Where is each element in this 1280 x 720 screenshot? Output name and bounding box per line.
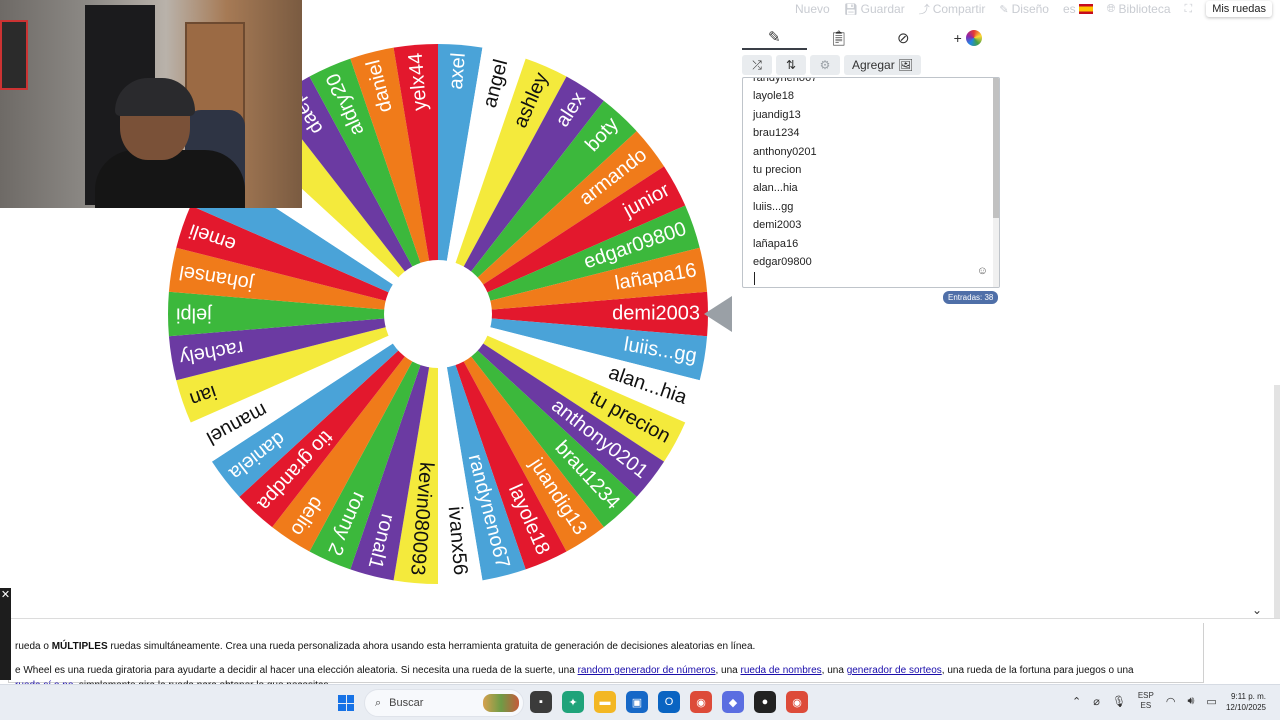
top-nav: Nuevo 💾︎ Guardar ⤴ Compartir ✎ Diseño es 🌐︎… bbox=[795, 0, 1280, 18]
wheel-segment-label: axel bbox=[445, 52, 470, 90]
nav-new[interactable]: Nuevo bbox=[795, 2, 830, 16]
entry-line: anthony0201 bbox=[753, 145, 817, 158]
entry-line: alan...hia bbox=[753, 182, 798, 195]
nav-save[interactable]: 💾︎ Guardar bbox=[844, 2, 905, 16]
gear-icon: ⚙ bbox=[819, 58, 831, 72]
tab-add-wheel[interactable]: + bbox=[936, 26, 1001, 50]
pencil-icon: ✎ bbox=[767, 29, 781, 46]
my-wheels-button[interactable]: Mis ruedas bbox=[1206, 1, 1272, 17]
description-box: rueda o MÚLTIPLES ruedas simultáneamente… bbox=[8, 623, 1204, 691]
image-icon: 🖼︎ bbox=[898, 58, 914, 72]
obs-icon[interactable]: ● bbox=[754, 691, 776, 713]
entries-list: randyneno67 layole18 juandig13 brau1234 anth… bbox=[753, 77, 818, 271]
copilot-icon[interactable]: ✦ bbox=[562, 691, 584, 713]
description-line-1: rueda o MÚLTIPLES ruedas simultáneamente… bbox=[15, 641, 756, 652]
entry-line: tu precion bbox=[753, 163, 802, 176]
link-random-number[interactable]: random generador de números bbox=[578, 665, 716, 676]
search-highlight-art bbox=[483, 694, 519, 712]
entry-line: edgar09800 bbox=[753, 255, 812, 268]
entry-line: brau1234 bbox=[753, 127, 800, 140]
ring-light bbox=[0, 20, 28, 90]
entries-toolbar: ⤮ ⇅ ⚙ Agregar 🖼︎ bbox=[742, 55, 1000, 75]
wheel-pointer bbox=[704, 296, 732, 332]
volume-icon[interactable]: 🔊︎ bbox=[1187, 695, 1194, 708]
nav-language[interactable]: es bbox=[1063, 2, 1093, 16]
description-line-2: e Wheel es una rueda giratoria para ayud… bbox=[15, 665, 1134, 676]
share-icon: ⤴ bbox=[918, 4, 930, 16]
chrome-active-icon[interactable]: ◉ bbox=[786, 691, 808, 713]
windows-taskbar: ⌕ Buscar ▪ ✦ ▬ ▣ O ◉ ◆ ● ◉ ⌃ ⌀ 🎙︎ ESP ES ◠… bbox=[0, 684, 1280, 720]
entry-line: randyneno67 bbox=[753, 77, 818, 84]
description-section: rueda o MÚLTIPLES ruedas simultáneamente… bbox=[0, 618, 1280, 691]
entries-scrollbar[interactable] bbox=[993, 78, 999, 287]
wifi-icon[interactable]: ◠ bbox=[1166, 695, 1176, 708]
network-off-icon[interactable]: ⌀ bbox=[1093, 695, 1100, 708]
nav-share[interactable]: ⤴ Compartir bbox=[919, 1, 986, 17]
microphone-icon[interactable]: 🎙︎ bbox=[1112, 695, 1126, 708]
wheel-center-hub[interactable] bbox=[384, 260, 492, 368]
link-raffle-generator[interactable]: generador de sorteos bbox=[847, 665, 942, 676]
wheel-segment-label: jelpi bbox=[176, 304, 213, 326]
color-wheel-icon bbox=[965, 30, 982, 46]
taskbar-apps: ▪ ✦ ▬ ▣ O ◉ ◆ ● ◉ bbox=[530, 691, 808, 713]
outlook-icon[interactable]: O bbox=[658, 691, 680, 713]
wheel-segment-label: demi2003 bbox=[612, 302, 700, 324]
entry-line: juandig13 bbox=[753, 108, 801, 121]
chevron-down-icon[interactable]: ⌄ bbox=[1252, 603, 1262, 617]
clipboard-icon: 📋︎ bbox=[829, 30, 849, 47]
webcam-overlay bbox=[0, 0, 302, 208]
entry-line: layole18 bbox=[753, 90, 794, 103]
spain-flag-icon bbox=[1078, 4, 1093, 14]
entries-scroll-thumb[interactable] bbox=[993, 78, 999, 218]
shuffle-button[interactable]: ⤮ bbox=[742, 55, 772, 75]
terminal-icon[interactable]: ▪ bbox=[530, 691, 552, 713]
entry-line: demi2003 bbox=[753, 219, 802, 232]
nav-library[interactable]: 🌐︎ Biblioteca bbox=[1107, 2, 1171, 16]
fullscreen-icon: ⛶ bbox=[1184, 2, 1193, 15]
save-icon: 💾︎ bbox=[843, 3, 858, 16]
link-name-wheel[interactable]: rueda de nombres bbox=[740, 665, 821, 676]
chevron-up-icon[interactable]: ⌃ bbox=[1072, 695, 1081, 708]
system-tray: ⌃ ⌀ 🎙︎ ESP ES ◠ 🔊︎ ▭ bbox=[1072, 691, 1217, 711]
eye-slash-icon: ⊘ bbox=[896, 30, 910, 47]
taskbar-search[interactable]: ⌕ Buscar bbox=[364, 689, 524, 717]
nav-design[interactable]: ✎ Diseño bbox=[999, 2, 1049, 16]
windows-start-icon[interactable] bbox=[338, 695, 354, 711]
shuffle-icon: ⤮ bbox=[752, 57, 762, 72]
nav-fullscreen[interactable]: ⛶ bbox=[1185, 3, 1193, 16]
emoji-icon[interactable]: ☺ bbox=[977, 265, 988, 277]
store-icon[interactable]: ▣ bbox=[626, 691, 648, 713]
brush-icon: ✎ bbox=[999, 3, 1009, 16]
chrome-icon[interactable]: ◉ bbox=[690, 691, 712, 713]
sort-icon: ⇅ bbox=[785, 58, 797, 72]
globe-icon: 🌐︎ bbox=[1106, 2, 1116, 15]
text-caret bbox=[754, 272, 755, 285]
plus-icon: + bbox=[953, 30, 962, 46]
entries-count-badge: Entradas: 38 bbox=[943, 291, 999, 304]
tab-edit[interactable]: ✎ bbox=[742, 26, 807, 50]
streamer-body bbox=[95, 150, 245, 208]
taskbar-clock[interactable]: 9:11 p. m. 12/10/2025 bbox=[1214, 691, 1266, 713]
page-scroll-thumb[interactable] bbox=[1274, 385, 1280, 618]
search-icon: ⌕ bbox=[375, 696, 382, 709]
entry-line: luiis...gg bbox=[753, 200, 794, 213]
entry-line: lañapa16 bbox=[753, 237, 799, 250]
panel-tabs: ✎ 📋︎ ⊘ + bbox=[742, 26, 1000, 50]
file-explorer-icon[interactable]: ▬ bbox=[594, 691, 616, 713]
settings-button[interactable]: ⚙ bbox=[810, 55, 840, 75]
add-image-button[interactable]: Agregar 🖼︎ bbox=[844, 55, 922, 75]
language-indicator[interactable]: ESP ES bbox=[1138, 691, 1154, 711]
tab-results[interactable]: 📋︎ bbox=[807, 26, 872, 50]
app-icon[interactable]: ◆ bbox=[722, 691, 744, 713]
entries-panel: ✎ 📋︎ ⊘ + ⤮ ⇅ ⚙ Agregar 🖼︎ randyneno67 lay… bbox=[742, 26, 1000, 288]
entries-textarea[interactable]: randyneno67 layole18 juandig13 brau1234 anth… bbox=[742, 77, 1000, 288]
close-icon[interactable]: ✕ bbox=[0, 588, 11, 680]
tab-hide[interactable]: ⊘ bbox=[871, 26, 936, 50]
sort-button[interactable]: ⇅ bbox=[776, 55, 806, 75]
